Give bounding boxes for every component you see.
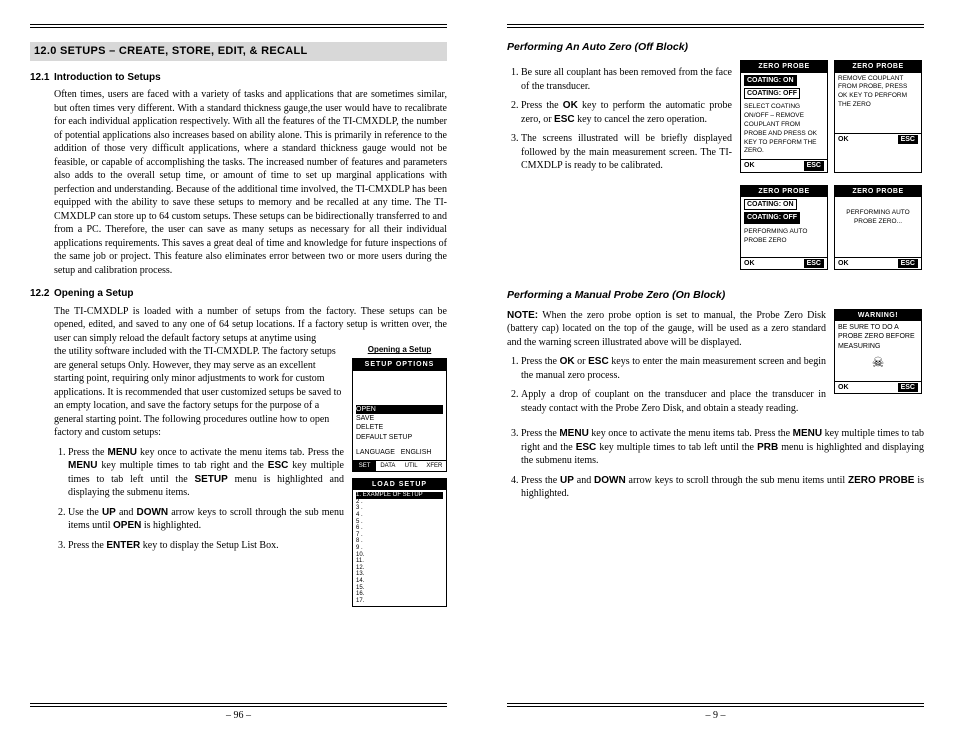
lcd-setup-options: SETUP OPTIONS OPEN SAVE DELETE DEFAULT S…: [352, 358, 447, 472]
man-step-1: Press the OK or ESC keys to enter the ma…: [521, 355, 826, 382]
skull-icon: ☠: [838, 353, 918, 372]
section-12-1-body: Often times, users are faced with a vari…: [54, 88, 447, 277]
section-12-1-heading: 12.1Introduction to Setups: [30, 71, 447, 85]
lcd-zero-probe-3: ZERO PROBE COATING: ON COATING: OFF PERF…: [740, 185, 828, 271]
auto-zero-heading: Performing An Auto Zero (Off Block): [507, 40, 924, 54]
lcd-zero-probe-4: ZERO PROBE PERFORMING AUTO PROBE ZERO...…: [834, 185, 922, 271]
step-2: Use the UP and DOWN arrow keys to scroll…: [68, 506, 344, 533]
manual-note: NOTE: When the zero probe option is set …: [507, 309, 826, 350]
man-step-4: Press the UP and DOWN arrow keys to scro…: [521, 474, 924, 501]
auto-step-2: Press the OK key to perform the automati…: [521, 99, 732, 126]
man-step-3: Press the MENU key once to activate the …: [521, 427, 924, 468]
page-right: Performing An Auto Zero (Off Block) Be s…: [477, 0, 954, 738]
manual-zero-heading: Performing a Manual Probe Zero (On Block…: [507, 288, 924, 302]
lcd-load-setup: LOAD SETUP 1. EXAMPLE OF SETUP 2 . 3 . 4…: [352, 478, 447, 608]
lcd-zero-probe-1: ZERO PROBE COATING: ON COATING: OFF SELE…: [740, 60, 828, 172]
man-step-2: Apply a drop of couplant on the transduc…: [521, 388, 826, 415]
auto-step-1: Be sure all couplant has been removed fr…: [521, 66, 732, 93]
page-left: 12.0 SETUPS – CREATE, STORE, EDIT, & REC…: [0, 0, 477, 738]
lcd-zero-probe-2: ZERO PROBE REMOVE COUPLANT FROM PROBE, P…: [834, 60, 922, 172]
chapter-heading: 12.0 SETUPS – CREATE, STORE, EDIT, & REC…: [30, 42, 447, 61]
auto-step-3: The screens illustrated will be briefly …: [521, 132, 732, 173]
step-1: Press the MENU key once to activate the …: [68, 446, 344, 500]
section-12-2-heading: 12.2Opening a Setup: [30, 287, 447, 301]
section-12-2-body-1: The TI-CMXDLP is loaded with a number of…: [54, 305, 447, 346]
step-3: Press the ENTER key to display the Setup…: [68, 539, 344, 553]
page-footer-right: – 9 –: [507, 703, 924, 723]
section-12-2-body-2: the utility software included with the T…: [54, 345, 344, 440]
page-footer-left: – 96 –: [30, 703, 447, 723]
figure-caption: Opening a Setup: [352, 345, 447, 356]
lcd-warning: WARNING! BE SURE TO DO A PROBE ZERO BEFO…: [834, 309, 922, 395]
